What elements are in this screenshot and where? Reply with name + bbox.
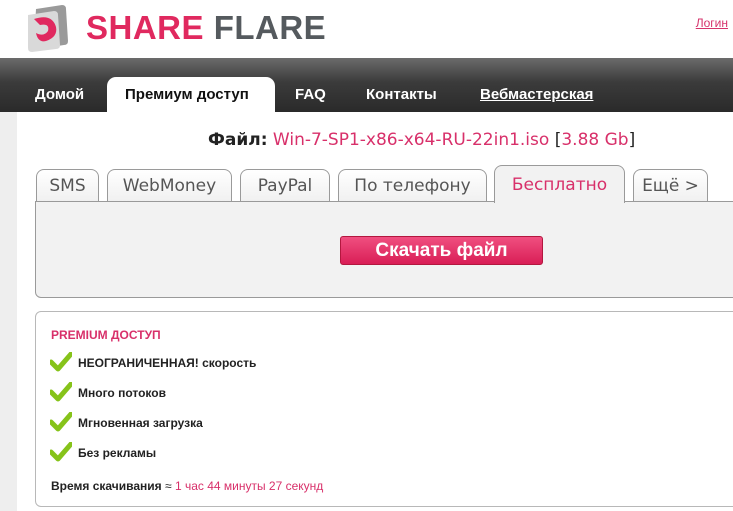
tab-free[interactable]: Бесплатно bbox=[494, 165, 625, 203]
site-header: SHARE FLARE Логин bbox=[0, 0, 733, 58]
nav-item-contacts[interactable]: Контакты bbox=[366, 86, 437, 103]
feature-label: Много потоков bbox=[78, 386, 166, 400]
logo-share: SHARE bbox=[86, 9, 205, 46]
logo-flare: FLARE bbox=[213, 9, 327, 46]
download-time: Время скачивания ≈ 1 час 44 минуты 27 се… bbox=[51, 479, 323, 493]
file-label: Файл: bbox=[208, 130, 268, 150]
feature-label: НЕОГРАНИЧЕННАЯ! скорость bbox=[78, 356, 257, 370]
check-icon bbox=[50, 382, 72, 402]
logo-text[interactable]: SHARE FLARE bbox=[86, 9, 326, 47]
download-file-button[interactable]: Скачать файл bbox=[340, 236, 543, 265]
feature-label: Без рекламы bbox=[78, 446, 157, 460]
file-size: 3.88 Gb bbox=[561, 130, 629, 150]
check-icon bbox=[50, 352, 72, 372]
shareflare-logo-icon[interactable] bbox=[22, 3, 74, 53]
tab-more[interactable]: Ещё > bbox=[633, 169, 708, 202]
download-time-value: 1 час 44 минуты 27 секунд bbox=[174, 479, 324, 493]
left-strip bbox=[0, 112, 17, 511]
tab-sms[interactable]: SMS bbox=[36, 169, 99, 202]
download-time-label: Время скачивания bbox=[51, 479, 162, 493]
nav-item-faq[interactable]: FAQ bbox=[295, 86, 326, 103]
main-nav: Домой Премиум доступ FAQ Контакты Вебмас… bbox=[0, 58, 733, 112]
file-name: Win-7-SP1-x86-x64-RU-22in1.iso bbox=[272, 130, 550, 150]
tab-paypal[interactable]: PayPal bbox=[240, 169, 330, 202]
nav-item-premium[interactable]: Премиум доступ bbox=[107, 77, 275, 112]
approx-symbol: ≈ bbox=[165, 479, 172, 493]
tab-phone[interactable]: По телефону bbox=[338, 169, 487, 202]
nav-item-webmaster[interactable]: Вебмастерская bbox=[480, 86, 593, 103]
file-info: Файл: Win-7-SP1-x86-x64-RU-22in1.iso [3.… bbox=[208, 130, 635, 150]
check-icon bbox=[50, 412, 72, 432]
feature-label: Мгновенная загрузка bbox=[78, 416, 203, 430]
premium-title: PREMIUM ДОСТУП bbox=[51, 328, 161, 342]
nav-item-premium-label: Премиум доступ bbox=[125, 86, 249, 103]
bracket-close: ] bbox=[628, 130, 636, 150]
tab-webmoney[interactable]: WebMoney bbox=[107, 169, 232, 202]
check-icon bbox=[50, 442, 72, 462]
login-link[interactable]: Логин bbox=[696, 16, 728, 30]
nav-item-home[interactable]: Домой bbox=[35, 86, 84, 103]
